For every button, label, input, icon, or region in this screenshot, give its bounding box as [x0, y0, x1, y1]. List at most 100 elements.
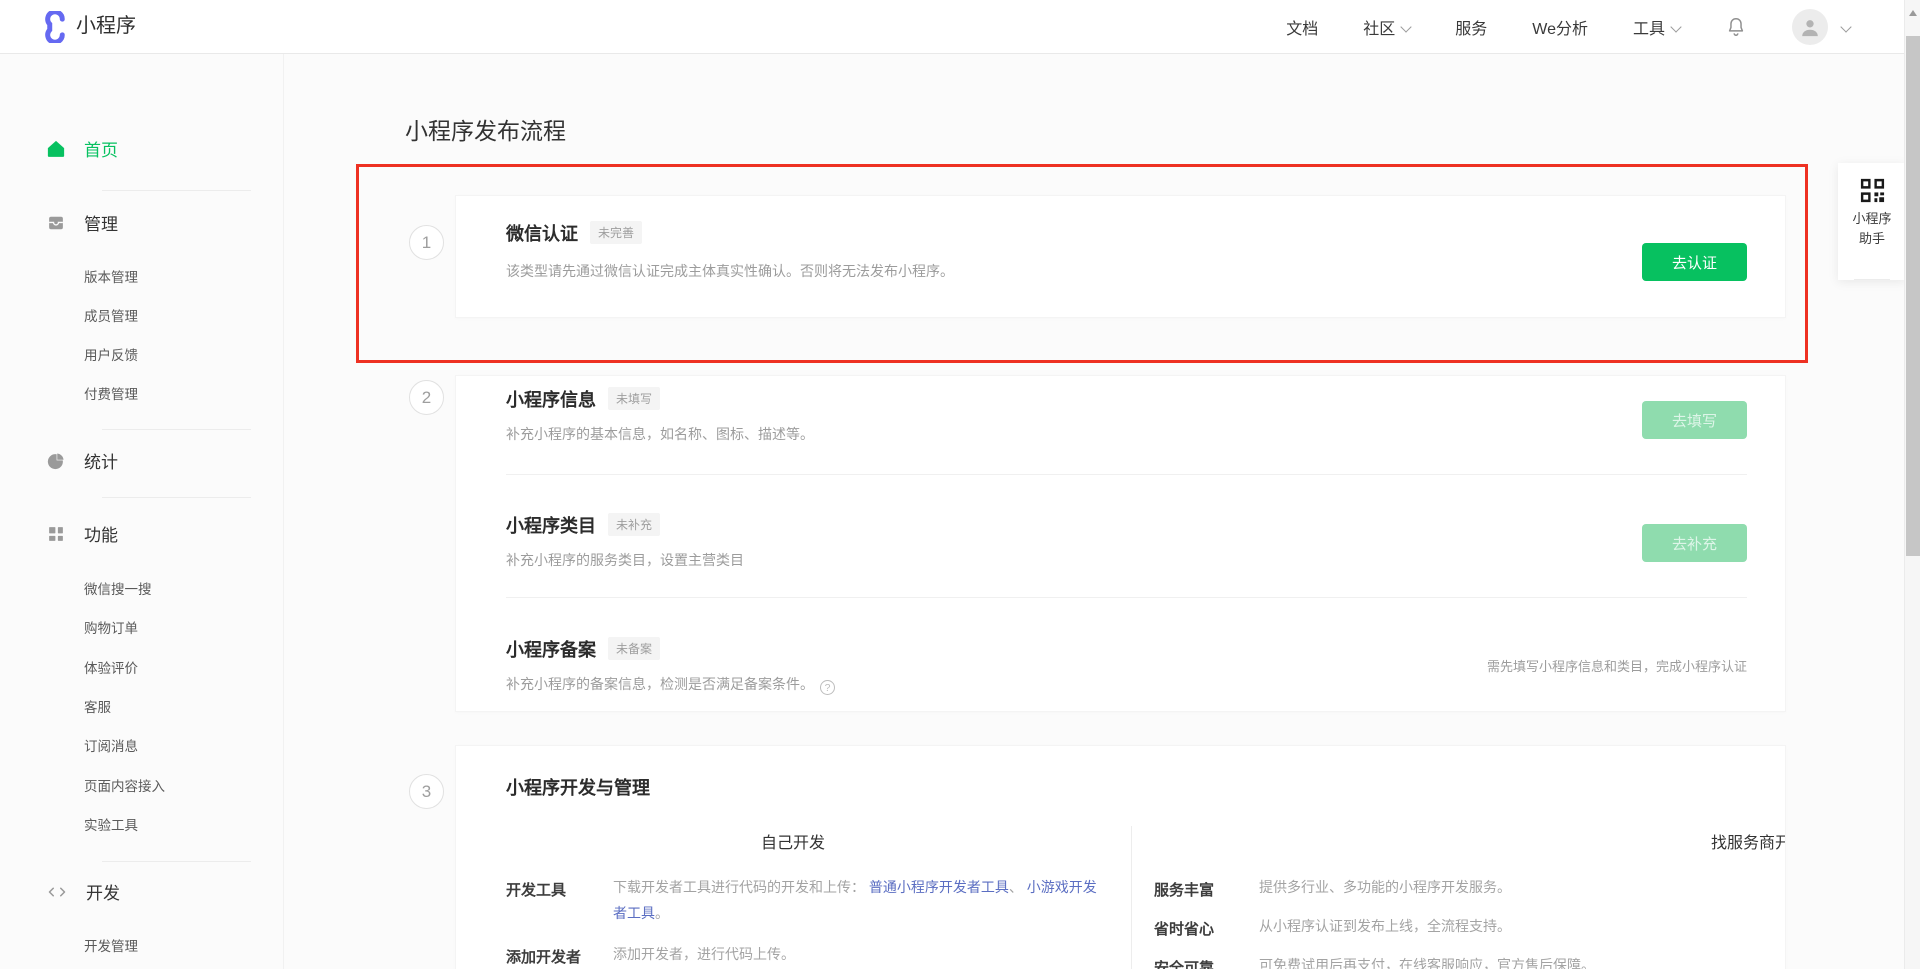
- divider: [102, 861, 251, 862]
- rich-service-label: 服务丰富: [1154, 879, 1214, 900]
- sidebar-subitem-label: 微信搜一搜: [84, 582, 152, 597]
- sidebar-item-dev-manage[interactable]: 开发管理: [84, 935, 138, 955]
- miniprogram-category-title: 小程序类目: [506, 516, 596, 536]
- chevron-down-icon: [1840, 21, 1851, 32]
- sidebar-item-shopping-orders[interactable]: 购物订单: [84, 617, 138, 637]
- nav-weanalysis-label: We分析: [1532, 21, 1588, 38]
- inbox-icon: [46, 213, 66, 233]
- assistant-label-line1: 小程序: [1838, 209, 1906, 229]
- save-time-label: 省时省心: [1154, 918, 1214, 939]
- sidebar-item-subscribe-message[interactable]: 订阅消息: [84, 735, 138, 755]
- sidebar-item-member-manage[interactable]: 成员管理: [84, 305, 138, 325]
- miniprogram-info-desc: 补充小程序的基本信息，如名称、图标、描述等。: [506, 424, 814, 444]
- code-icon: [46, 882, 68, 902]
- divider: [506, 597, 1747, 598]
- sidebar-item-experimental-tools[interactable]: 实验工具: [84, 814, 138, 834]
- chevron-down-icon: [1670, 21, 1681, 32]
- sidebar-item-version-manage[interactable]: 版本管理: [84, 266, 138, 286]
- nav-weanalysis[interactable]: We分析: [1532, 15, 1588, 39]
- nav-community[interactable]: 社区: [1363, 15, 1410, 39]
- sidebar-item-label: 统计: [84, 448, 118, 473]
- step-number-2: 2: [409, 380, 444, 415]
- sidebar-item-wechat-search[interactable]: 微信搜一搜: [84, 578, 152, 598]
- divider: [506, 474, 1747, 475]
- dev-tools-text-prefix: 下载开发者工具进行代码的开发和上传：: [613, 879, 865, 895]
- sidebar-item-customer-service[interactable]: 客服: [84, 696, 111, 716]
- nav-tools-label: 工具: [1633, 21, 1665, 38]
- step-number-3: 3: [409, 774, 444, 809]
- notification-bell-icon[interactable]: [1725, 16, 1747, 38]
- sidebar-item-manage[interactable]: 管理: [46, 210, 118, 235]
- status-badge: 未填写: [608, 387, 660, 410]
- account-menu[interactable]: [1792, 9, 1850, 45]
- status-badge: 未备案: [608, 637, 660, 660]
- miniprogram-logo-icon[interactable]: [38, 11, 70, 48]
- sidebar-subitem-label: 开发管理: [84, 939, 138, 954]
- step1-desc: 该类型请先通过微信认证完成主体真实性确认。否则将无法发布小程序。: [506, 261, 954, 281]
- miniprogram-icp-desc: 补充小程序的备案信息，检测是否满足备案条件。: [506, 674, 835, 695]
- sidebar-item-features[interactable]: 功能: [46, 521, 118, 546]
- sidebar: 首页 管理 版本管理 成员管理 用户反馈 付费管理 统计 功能 微信搜一搜 购物…: [0, 54, 284, 969]
- step-number-1: 1: [409, 225, 444, 260]
- sidebar-subitem-label: 用户反馈: [84, 348, 138, 363]
- miniprogram-category-row: 小程序类目未补充: [506, 512, 660, 538]
- sidebar-item-home[interactable]: 首页: [46, 136, 118, 161]
- prerequisite-note: 需先填写小程序信息和类目，完成小程序认证: [1487, 656, 1747, 675]
- sidebar-item-experience-review[interactable]: 体验评价: [84, 657, 138, 677]
- miniprogram-info-title: 小程序信息: [506, 390, 596, 410]
- step1-title: 微信认证: [506, 224, 578, 244]
- go-supplement-button[interactable]: 去补充: [1642, 524, 1747, 562]
- sidebar-subitem-label: 购物订单: [84, 621, 138, 636]
- sidebar-item-page-content-access[interactable]: 页面内容接入: [84, 775, 165, 795]
- go-fill-button[interactable]: 去填写: [1642, 401, 1747, 439]
- sidebar-item-label: 开发: [86, 879, 120, 904]
- step1-title-row: 微信认证未完善: [506, 220, 642, 246]
- status-badge: 未完善: [590, 221, 642, 244]
- avatar: [1792, 9, 1828, 45]
- sidebar-subitem-label: 订阅消息: [84, 739, 138, 754]
- divider: [102, 429, 251, 430]
- miniprogram-assistant-widget[interactable]: 小程序 助手: [1838, 163, 1906, 280]
- miniprogram-icp-row: 小程序备案未备案: [506, 636, 660, 662]
- nav-docs[interactable]: 文档: [1286, 15, 1318, 39]
- pie-chart-icon: [46, 451, 66, 471]
- step2-card: 小程序信息未填写 补充小程序的基本信息，如名称、图标、描述等。 去填写 小程序类…: [455, 375, 1786, 712]
- sentence-end: 。: [655, 905, 669, 921]
- dev-tools-label: 开发工具: [506, 879, 566, 900]
- sidebar-item-develop[interactable]: 开发: [46, 879, 120, 904]
- nav-tools[interactable]: 工具: [1633, 15, 1680, 39]
- miniprogram-icp-title: 小程序备案: [506, 640, 596, 660]
- sidebar-subitem-label: 成员管理: [84, 309, 138, 324]
- logo-title: 小程序: [76, 0, 136, 54]
- page-scrollbar[interactable]: [1904, 0, 1920, 969]
- step3-title: 小程序开发与管理: [506, 774, 650, 800]
- dev-tools-text: 下载开发者工具进行代码的开发和上传： 普通小程序开发者工具、 小游戏开发者工具。: [613, 874, 1105, 926]
- assistant-label-line2: 助手: [1838, 229, 1906, 249]
- add-developer-text: 添加开发者，进行代码上传。: [613, 941, 795, 967]
- rich-service-text: 提供多行业、多功能的小程序开发服务。: [1259, 874, 1511, 900]
- sidebar-item-statistics[interactable]: 统计: [46, 448, 118, 473]
- link-separator: 、: [1009, 879, 1023, 895]
- qr-code-icon: [1838, 177, 1906, 209]
- sidebar-item-label: 首页: [84, 136, 118, 161]
- find-provider-header: 找服务商开发: [1609, 829, 1786, 853]
- step3-card: 小程序开发与管理 自己开发 找服务商开发 开发工具 下载开发者工具进行代码的开发…: [455, 745, 1786, 969]
- sidebar-subitem-label: 页面内容接入: [84, 779, 165, 794]
- sidebar-item-user-feedback[interactable]: 用户反馈: [84, 344, 138, 364]
- sidebar-subitem-label: 体验评价: [84, 661, 138, 676]
- safe-reliable-text: 可免费试用后再支付，在线客服响应，官方售后保障。: [1259, 952, 1595, 969]
- link-miniprogram-devtools[interactable]: 普通小程序开发者工具: [869, 879, 1009, 895]
- divider: [102, 497, 251, 498]
- miniprogram-category-desc: 补充小程序的服务类目，设置主营类目: [506, 550, 744, 570]
- sidebar-item-label: 功能: [84, 521, 118, 546]
- divider: [102, 190, 251, 191]
- sidebar-subitem-label: 付费管理: [84, 387, 138, 402]
- go-verify-button[interactable]: 去认证: [1642, 243, 1747, 281]
- nav-service[interactable]: 服务: [1455, 15, 1487, 39]
- scrollbar-thumb[interactable]: [1906, 36, 1920, 556]
- scrollbar-up-arrow[interactable]: [1909, 10, 1917, 16]
- sidebar-item-pay-manage[interactable]: 付费管理: [84, 383, 138, 403]
- home-icon: [46, 139, 66, 159]
- sidebar-item-label: 管理: [84, 210, 118, 235]
- help-icon[interactable]: [820, 680, 835, 695]
